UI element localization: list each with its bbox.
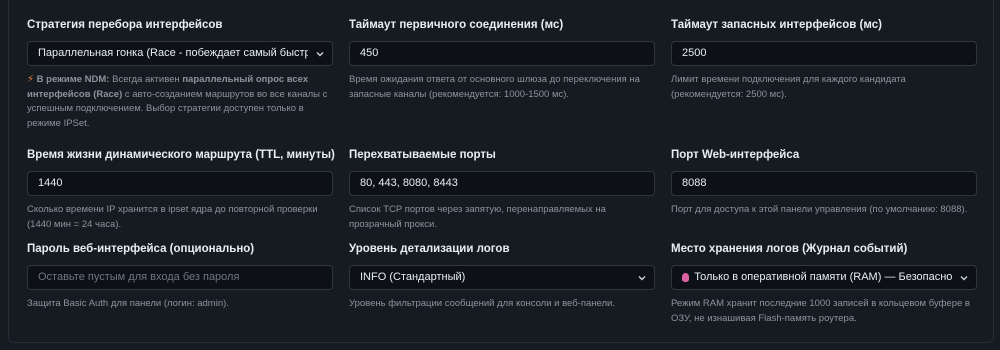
strategy-field: Стратегия перебора интерфейсов Параллель… [27, 18, 333, 148]
web-password-label: Пароль веб-интерфейса (опционально) [27, 243, 255, 255]
web-port-value: 8088 [682, 177, 707, 189]
intercept-ports-input[interactable]: 80, 443, 8080, 8443 [349, 171, 655, 196]
brain-icon [682, 273, 690, 282]
web-port-field: Порт Web-интерфейса 8088 Порт для доступ… [671, 148, 977, 242]
primary-timeout-input[interactable]: 450 [349, 41, 655, 66]
fallback-timeout-field: Таймаут запасных интерфейсов (мс) 2500 Л… [671, 18, 977, 148]
log-level-label: Уровень детализации логов [349, 243, 510, 255]
log-level-select[interactable]: INFO (Стандартный) [349, 265, 655, 290]
log-storage-label: Место хранения логов (Журнал событий) [671, 243, 908, 255]
primary-timeout-field: Таймаут первичного соединения (мс) 450 В… [349, 18, 655, 148]
primary-timeout-value: 450 [360, 47, 379, 59]
web-password-field: Пароль веб-интерфейса (опционально) Оста… [27, 242, 333, 342]
fallback-timeout-value: 2500 [682, 47, 707, 59]
web-port-hint: Порт для доступа к этой панели управлени… [671, 204, 968, 215]
route-ttl-value: 1440 [38, 177, 63, 189]
route-ttl-label: Время жизни динамического маршрута (TTL,… [27, 149, 335, 161]
log-level-field: Уровень детализации логов INFO (Стандарт… [349, 242, 655, 342]
log-level-hint: Уровень фильтрации сообщений для консоли… [349, 298, 615, 309]
route-ttl-hint: Сколько времени IP хранится в ipset ядра… [27, 204, 318, 230]
log-storage-field: Место хранения логов (Журнал событий) То… [671, 242, 977, 342]
settings-grid: Стратегия перебора интерфейсов Параллель… [27, 18, 985, 342]
web-password-input[interactable]: Оставьте пустым для входа без пароля [27, 265, 333, 290]
intercept-ports-label: Перехватываемые порты [349, 149, 496, 161]
intercept-ports-field: Перехватываемые порты 80, 443, 8080, 844… [349, 148, 655, 242]
log-storage-select-value: Только в оперативной памяти (RAM) — Безо… [694, 271, 952, 283]
primary-timeout-hint: Время ожидания ответа от основного шлюза… [349, 74, 640, 100]
strategy-hint-part1: Всегда активен [112, 74, 180, 85]
primary-timeout-label: Таймаут первичного соединения (мс) [349, 19, 564, 31]
settings-panel: Стратегия перебора интерфейсов Параллель… [8, 0, 994, 343]
web-port-label: Порт Web-интерфейса [671, 149, 800, 161]
intercept-ports-value: 80, 443, 8080, 8443 [360, 177, 458, 189]
intercept-ports-hint: Список TCP портов через запятую, перенап… [349, 204, 606, 230]
route-ttl-input[interactable]: 1440 [27, 171, 333, 196]
log-level-select-value: INFO (Стандартный) [360, 271, 466, 283]
chevron-down-icon [960, 276, 968, 281]
strategy-label: Стратегия перебора интерфейсов [27, 19, 223, 31]
chevron-down-icon [638, 276, 646, 281]
log-storage-hint: Режим RAM хранит последние 1000 записей … [671, 298, 970, 324]
fallback-timeout-hint: Лимит времени подключения для каждого ка… [671, 74, 906, 100]
ndm-mode-title: В режиме NDM: [36, 74, 110, 85]
chevron-down-icon [316, 52, 324, 57]
log-storage-select[interactable]: Только в оперативной памяти (RAM) — Безо… [671, 265, 977, 290]
web-password-placeholder: Оставьте пустым для входа без пароля [38, 271, 240, 283]
fallback-timeout-label: Таймаут запасных интерфейсов (мс) [671, 19, 882, 31]
fallback-timeout-input[interactable]: 2500 [671, 41, 977, 66]
route-ttl-field: Время жизни динамического маршрута (TTL,… [27, 148, 335, 242]
strategy-select-value: Параллельная гонка (Race - побеждает сам… [38, 47, 308, 59]
strategy-select[interactable]: Параллельная гонка (Race - побеждает сам… [27, 41, 333, 66]
lightning-bolt-icon: ⚡ [27, 74, 35, 85]
strategy-hint: ⚡ В режиме NDM: Всегда активен параллель… [27, 73, 333, 131]
web-port-input[interactable]: 8088 [671, 171, 977, 196]
web-password-hint: Защита Basic Auth для панели (логин: adm… [27, 298, 229, 309]
